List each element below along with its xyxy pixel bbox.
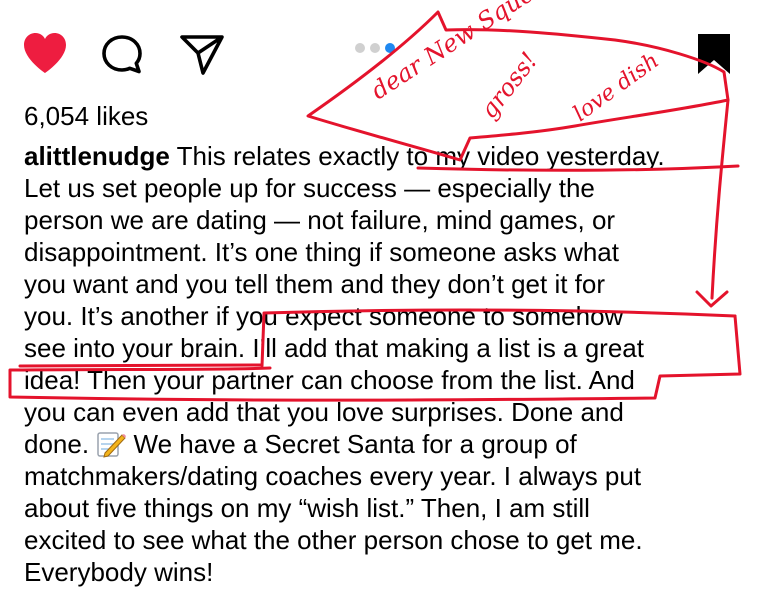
- carousel-indicator: [355, 43, 415, 55]
- caption-line: you want and you tell them and they don’…: [24, 269, 606, 299]
- carousel-dot-active: [385, 43, 395, 53]
- bookmark-filled-icon[interactable]: [692, 31, 736, 77]
- heart-filled-icon[interactable]: [21, 31, 69, 75]
- carousel-dot: [370, 43, 380, 53]
- caption-line: alittlenudge This relates exactly to my …: [24, 141, 665, 171]
- caption-line: idea! Then your partner can choose from …: [24, 365, 635, 395]
- post-caption: alittlenudge This relates exactly to my …: [24, 140, 764, 588]
- caption-line: disappointment. It’s one thing if someon…: [24, 237, 619, 267]
- comment-bubble-icon[interactable]: [100, 33, 144, 75]
- caption-line: about five things on my “wish list.” The…: [24, 493, 590, 523]
- post-action-bar: [0, 0, 778, 100]
- caption-line: you. It’s another if you expect someone …: [24, 301, 624, 331]
- likes-count[interactable]: 6,054 likes: [24, 101, 148, 132]
- caption-line: Let us set people up for success — espec…: [24, 173, 595, 203]
- caption-line: see into your brain. I’ll add that makin…: [24, 333, 644, 363]
- memo-pencil-icon: [97, 432, 127, 458]
- paper-plane-icon[interactable]: [178, 33, 226, 77]
- username-link[interactable]: alittlenudge: [24, 141, 170, 171]
- caption-line: Everybody wins!: [24, 557, 214, 587]
- caption-line: person we are dating — not failure, mind…: [24, 205, 616, 235]
- caption-line: you can even add that you love surprises…: [24, 397, 624, 427]
- caption-line: done. We have a Secret Santa for a group…: [24, 429, 577, 459]
- caption-line: matchmakers/dating coaches every year. I…: [24, 461, 642, 491]
- carousel-dot: [355, 43, 365, 53]
- caption-line: excited to see what the other person cho…: [24, 525, 643, 555]
